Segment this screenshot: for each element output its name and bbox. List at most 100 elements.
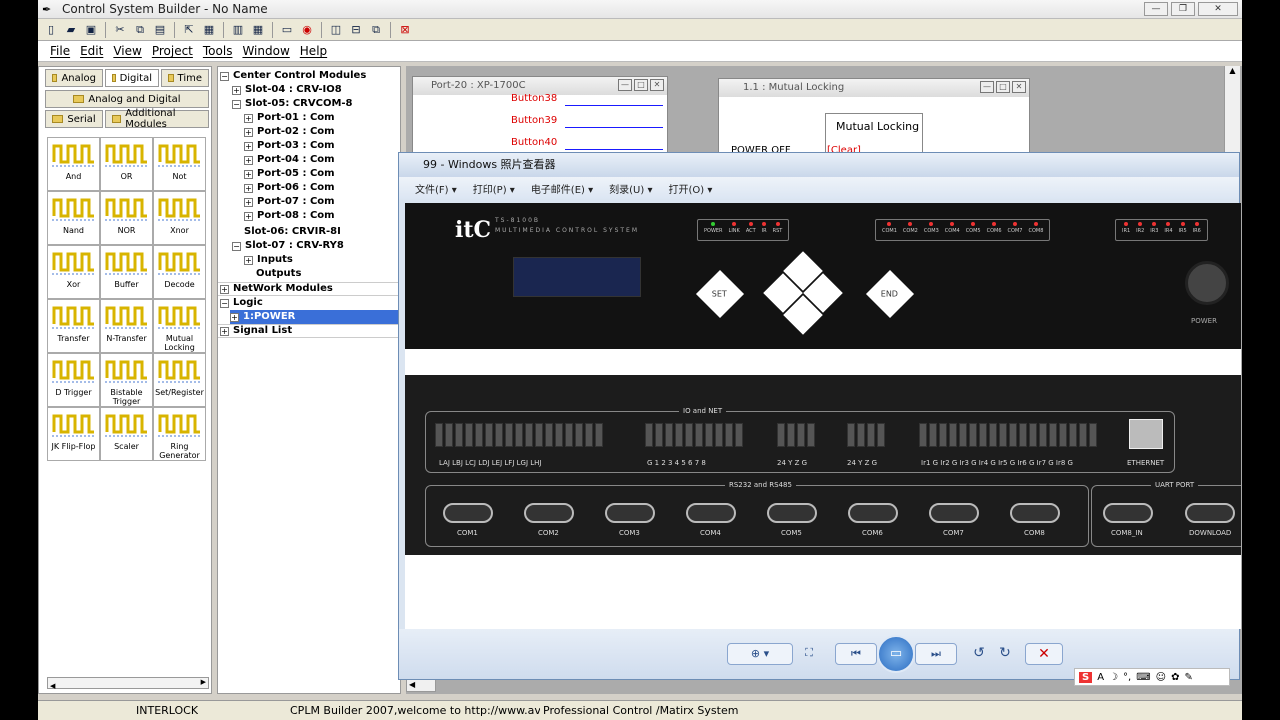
tree-port-6[interactable]: + Port-06 : Com bbox=[244, 181, 335, 195]
tree-outputs[interactable]: Outputs bbox=[256, 267, 301, 281]
photo-viewer-window[interactable]: 99 - Windows 照片查看器 文件(F) ▾ 打印(P) ▾ 电子邮件(… bbox=[398, 152, 1241, 680]
tile-vertical-icon[interactable]: ◫ bbox=[327, 21, 345, 39]
expand-icon[interactable]: + bbox=[220, 326, 229, 336]
module-jk-flip-flop[interactable]: JK Flip-Flop bbox=[47, 407, 100, 461]
menu-open-cn[interactable]: 打开(O) ▾ bbox=[668, 181, 712, 196]
pointer-icon[interactable]: ⇱ bbox=[180, 21, 198, 39]
expand-icon[interactable]: + bbox=[244, 127, 253, 137]
monitor-icon[interactable]: ▭ bbox=[278, 21, 296, 39]
tab-additional-modules[interactable]: Additional Modules bbox=[105, 108, 209, 130]
rotate-left-icon[interactable]: ↺ bbox=[967, 643, 991, 665]
expand-icon[interactable]: + bbox=[244, 255, 253, 265]
zoom-icon[interactable]: ⊕ ▾ bbox=[727, 643, 793, 665]
expand-icon[interactable]: + bbox=[232, 85, 241, 95]
expand-icon[interactable]: + bbox=[244, 169, 253, 179]
punctuation-icon[interactable]: °, bbox=[1123, 672, 1131, 683]
module-xnor[interactable]: Xnor bbox=[153, 191, 206, 245]
tree-port-4[interactable]: + Port-04 : Com bbox=[244, 153, 335, 167]
set-button[interactable]: SET bbox=[695, 269, 745, 319]
module-decode[interactable]: Decode bbox=[153, 245, 206, 299]
module-xor[interactable]: Xor bbox=[47, 245, 100, 299]
grid-icon[interactable]: ▦ bbox=[249, 21, 267, 39]
close-window-icon[interactable]: ⊠ bbox=[396, 21, 414, 39]
align-icon[interactable]: ▦ bbox=[200, 21, 218, 39]
expand-icon[interactable]: + bbox=[230, 312, 239, 322]
expand-icon[interactable]: + bbox=[244, 211, 253, 221]
menu-file-cn[interactable]: 文件(F) ▾ bbox=[415, 181, 457, 196]
menu-print-cn[interactable]: 打印(P) ▾ bbox=[473, 181, 515, 196]
module-or[interactable]: OR bbox=[100, 137, 153, 191]
tab-analog[interactable]: Analog bbox=[45, 69, 103, 87]
maximize-button[interactable]: □ bbox=[996, 81, 1010, 93]
tree-port-1[interactable]: + Port-01 : Com bbox=[244, 111, 335, 125]
maximize-button[interactable]: □ bbox=[634, 79, 648, 91]
module-mutual-locking[interactable]: Mutual Locking bbox=[153, 299, 206, 353]
expand-icon[interactable]: + bbox=[244, 155, 253, 165]
tree-logic[interactable]: − Logic bbox=[220, 296, 263, 310]
module-buffer[interactable]: Buffer bbox=[100, 245, 153, 299]
close-button[interactable]: ✕ bbox=[1198, 2, 1238, 16]
palette-scrollbar[interactable]: ◀ ▶ bbox=[47, 677, 209, 690]
menu-project[interactable]: Project bbox=[152, 44, 193, 58]
menu-edit[interactable]: Edit bbox=[80, 44, 103, 58]
tree-slot-05[interactable]: − Slot-05: CRVCOM-8 bbox=[232, 97, 353, 111]
collapse-icon[interactable]: − bbox=[232, 99, 241, 109]
module-d-trigger[interactable]: D Trigger bbox=[47, 353, 100, 407]
tab-serial[interactable]: Serial bbox=[45, 110, 103, 128]
menu-email-cn[interactable]: 电子邮件(E) ▾ bbox=[531, 181, 593, 196]
module-set-register[interactable]: Set/Register bbox=[153, 353, 206, 407]
collapse-icon[interactable]: − bbox=[220, 71, 229, 81]
workspace-hscrollbar[interactable]: ◀ bbox=[406, 678, 436, 692]
tab-digital[interactable]: Digital bbox=[105, 69, 159, 87]
tree-port-5[interactable]: + Port-05 : Com bbox=[244, 167, 335, 181]
end-button[interactable]: END bbox=[865, 269, 915, 319]
tools-icon[interactable]: ✎ bbox=[1184, 672, 1192, 683]
expand-icon[interactable]: + bbox=[220, 284, 229, 294]
tree-signal-list[interactable]: + Signal List bbox=[220, 324, 292, 338]
minimize-button[interactable]: — bbox=[1144, 2, 1168, 16]
compile-icon[interactable]: ▥ bbox=[229, 21, 247, 39]
delete-icon[interactable]: ✕ bbox=[1025, 643, 1063, 665]
tab-time[interactable]: Time bbox=[161, 69, 209, 87]
module-bistable-trigger[interactable]: Bistable Trigger bbox=[100, 353, 153, 407]
actual-size-icon[interactable]: ⛶ bbox=[797, 643, 821, 665]
signal-button39[interactable]: Button39 bbox=[511, 115, 557, 126]
menu-view[interactable]: View bbox=[113, 44, 141, 58]
tree-port-8[interactable]: + Port-08 : Com bbox=[244, 209, 335, 223]
paste-icon[interactable]: ▤ bbox=[151, 21, 169, 39]
module-and[interactable]: And bbox=[47, 137, 100, 191]
wireless-icon[interactable]: ◉ bbox=[298, 21, 316, 39]
menu-burn-cn[interactable]: 刻录(U) ▾ bbox=[609, 181, 652, 196]
collapse-icon[interactable]: − bbox=[232, 241, 241, 251]
close-button[interactable]: ✕ bbox=[650, 79, 664, 91]
tree-network[interactable]: + NetWork Modules bbox=[220, 282, 333, 296]
open-folder-icon[interactable]: ▰ bbox=[62, 21, 80, 39]
menu-file[interactable]: File bbox=[50, 44, 70, 58]
module-not[interactable]: Not bbox=[153, 137, 206, 191]
menu-tools[interactable]: Tools bbox=[203, 44, 233, 58]
module-transfer[interactable]: Transfer bbox=[47, 299, 100, 353]
workspace-scrollbar[interactable]: ▲ bbox=[1224, 66, 1240, 156]
tree-port-3[interactable]: + Port-03 : Com bbox=[244, 139, 335, 153]
power-knob-icon[interactable] bbox=[1185, 261, 1229, 305]
collapse-icon[interactable]: − bbox=[220, 298, 229, 308]
minimize-button[interactable]: — bbox=[980, 81, 994, 93]
previous-icon[interactable]: ⏮ bbox=[835, 643, 877, 665]
module-n-transfer[interactable]: N-Transfer bbox=[100, 299, 153, 353]
sogou-icon[interactable]: S bbox=[1079, 671, 1093, 683]
module-ring-generator[interactable]: Ring Generator bbox=[153, 407, 206, 461]
cascade-icon[interactable]: ⧉ bbox=[367, 21, 385, 39]
tree-slot-07[interactable]: − Slot-07 : CRV-RY8 bbox=[232, 239, 344, 253]
expand-icon[interactable]: + bbox=[244, 141, 253, 151]
close-button[interactable]: ✕ bbox=[1012, 81, 1026, 93]
next-icon[interactable]: ⏭ bbox=[915, 643, 957, 665]
font-icon[interactable]: A bbox=[1097, 672, 1104, 683]
save-icon[interactable]: ▣ bbox=[82, 21, 100, 39]
module-scaler[interactable]: Scaler bbox=[100, 407, 153, 461]
rotate-right-icon[interactable]: ↻ bbox=[993, 643, 1017, 665]
tree-inputs[interactable]: + Inputs bbox=[244, 253, 293, 267]
expand-icon[interactable]: + bbox=[244, 113, 253, 123]
expand-icon[interactable]: + bbox=[244, 197, 253, 207]
tree-port-2[interactable]: + Port-02 : Com bbox=[244, 125, 335, 139]
slideshow-icon[interactable]: ▭ bbox=[877, 635, 915, 673]
